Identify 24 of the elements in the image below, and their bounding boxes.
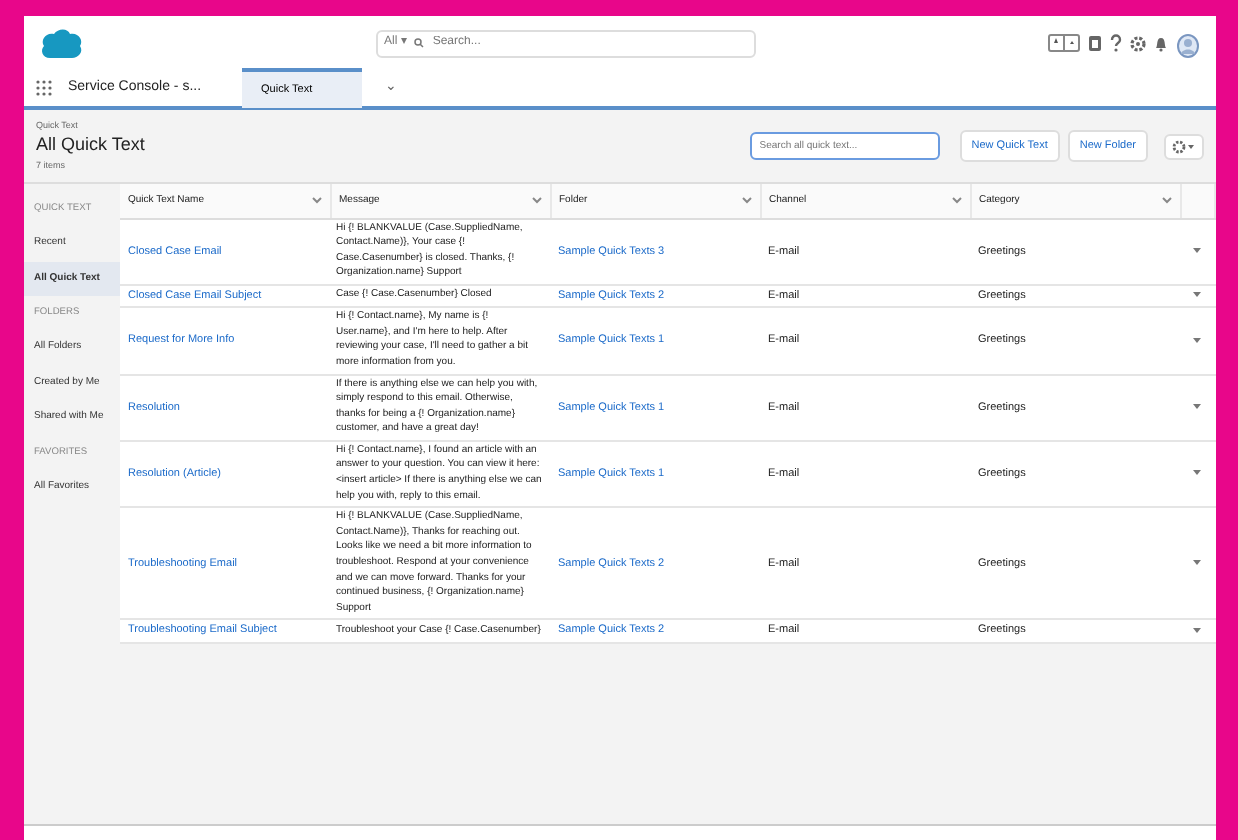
sort-chevron-icon[interactable] — [531, 196, 541, 205]
row-action-icon[interactable] — [1192, 335, 1203, 344]
search-icon — [414, 38, 425, 48]
row-action-icon[interactable] — [1192, 468, 1203, 477]
page-title: All Quick Text — [36, 132, 145, 159]
row-action-icon[interactable] — [1192, 290, 1203, 299]
settings-dropdown-button[interactable] — [1164, 133, 1204, 159]
cloud-logo — [40, 27, 84, 59]
settings-icon[interactable] — [1130, 35, 1146, 51]
help-icon[interactable] — [1110, 34, 1122, 52]
sort-chevron-icon[interactable] — [311, 196, 321, 205]
sort-chevron-icon[interactable] — [951, 196, 961, 205]
clipboard-icon[interactable] — [1088, 34, 1102, 52]
app-launcher-icon[interactable] — [36, 80, 52, 96]
gear-icon — [1172, 139, 1196, 153]
row-action-icon[interactable] — [1192, 246, 1203, 255]
favorites-icon[interactable] — [1048, 34, 1080, 52]
notification-bell-icon[interactable] — [1154, 35, 1168, 51]
sort-chevron-icon[interactable] — [741, 196, 751, 205]
row-action-icon[interactable] — [1192, 402, 1203, 411]
row-action-icon[interactable] — [1192, 558, 1203, 567]
avatar-icon[interactable] — [1176, 29, 1200, 57]
sort-chevron-icon[interactable] — [1161, 196, 1171, 205]
row-action-icon[interactable] — [1192, 625, 1203, 634]
